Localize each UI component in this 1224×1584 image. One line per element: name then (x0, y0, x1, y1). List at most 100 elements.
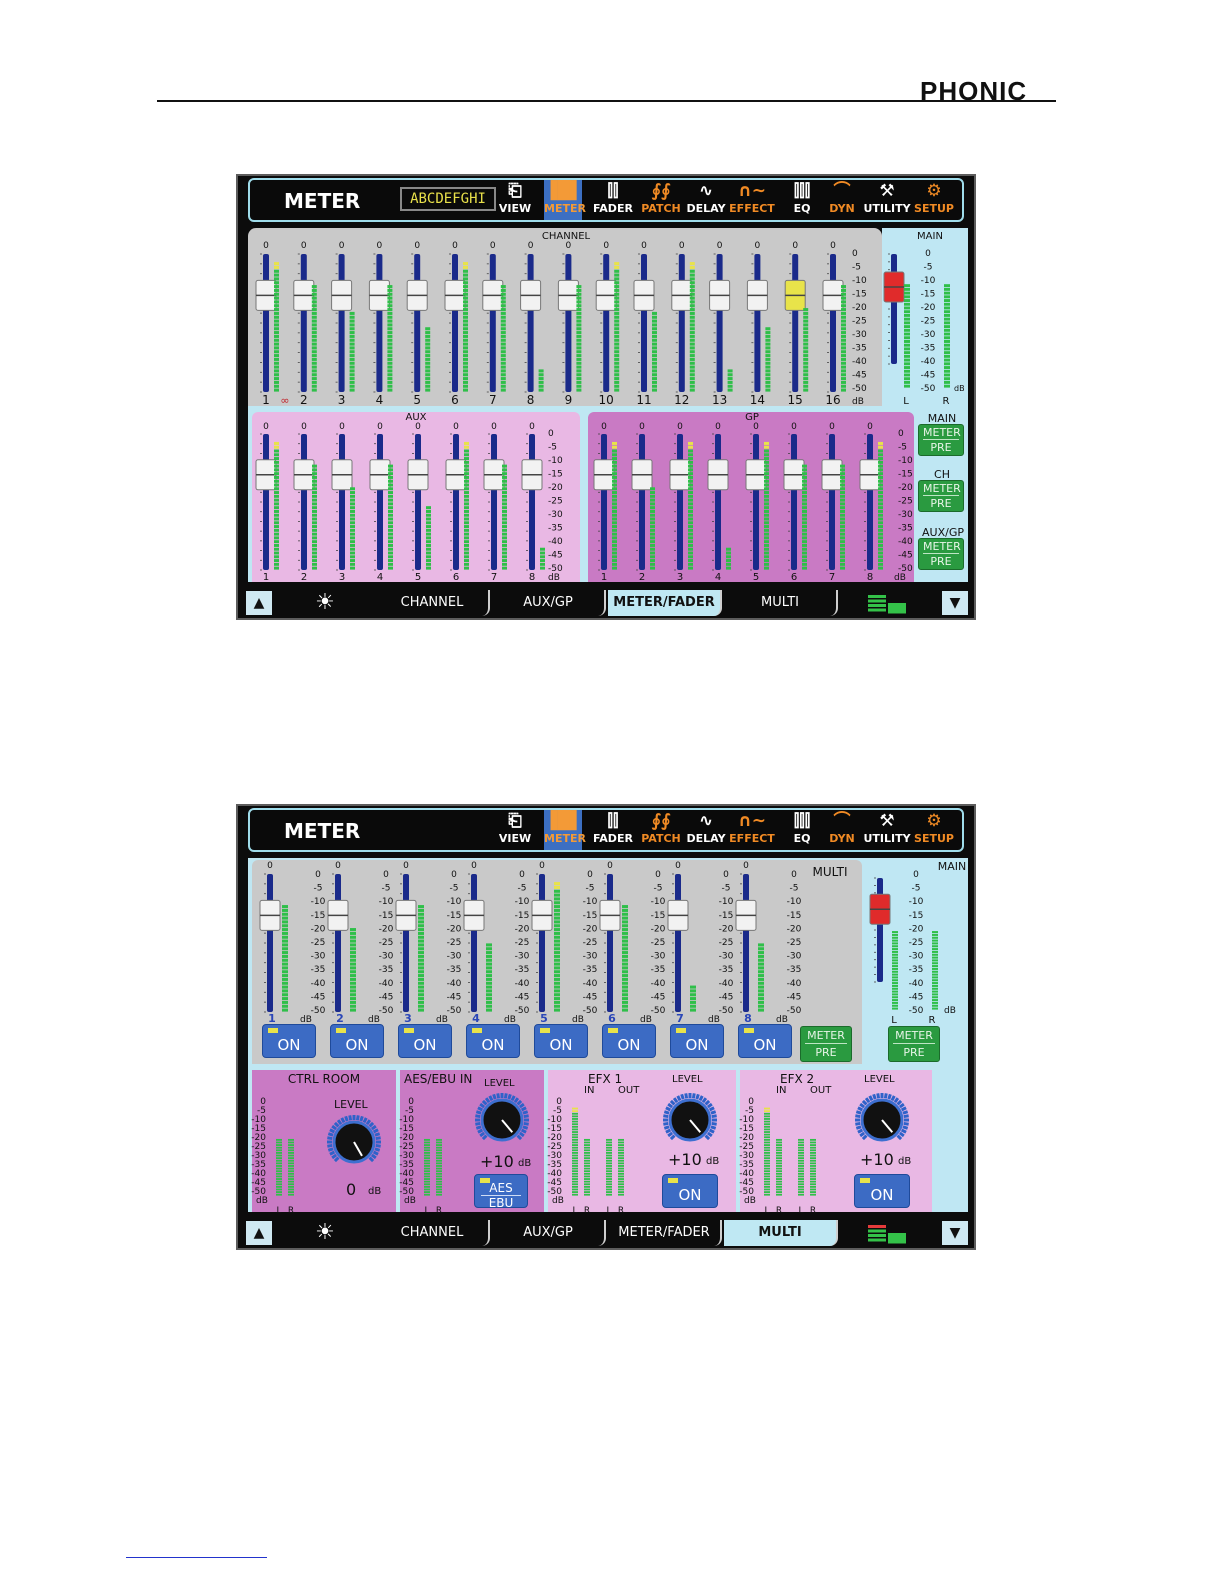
efx2-on-button[interactable]: ON (854, 1174, 910, 1208)
toolbar-effect-button[interactable]: ∩∼ EFFECT (726, 810, 778, 850)
fader-top-value: 0 (539, 861, 545, 871)
toolbar-delay-button[interactable]: ∿ DELAY (686, 810, 726, 850)
multi-5-scale-label: -25 (583, 938, 598, 948)
channel-15-meter-segment (803, 369, 809, 373)
channel-1-meter-segment (274, 269, 279, 273)
toolbar-utility-button[interactable]: ⚒ UTILITY (862, 180, 912, 220)
channel-name-display[interactable]: ABCDEFGHI (400, 187, 496, 211)
multi-2-on-button[interactable]: ON (330, 1024, 384, 1058)
aux-1-meter-segment (274, 460, 279, 464)
meter-pre-main-button[interactable]: METER PRE (918, 424, 964, 456)
toolbar-eq-button[interactable]: ⫿⫿⫿ EQ (784, 810, 820, 850)
multi-2-meter-segment (350, 947, 356, 951)
channel-2-meter-segment (311, 384, 317, 388)
channel-16-meter-segment (841, 342, 846, 346)
multi-4-on-button[interactable]: ON (466, 1024, 520, 1058)
efx2-meters-bar-1-segment (776, 1188, 782, 1191)
aux-scale-label: -30 (548, 510, 563, 520)
meter-view-icon[interactable] (864, 591, 910, 615)
efx1-meters-bar-3-segment (618, 1154, 624, 1157)
tab-multi[interactable]: MULTI (724, 590, 838, 616)
meter-view-icon[interactable] (864, 1221, 910, 1245)
aux-4-meter-segment (388, 498, 393, 502)
efx1-meters-bar-0-segment (572, 1149, 578, 1152)
channel-11-meter-segment (652, 323, 657, 327)
scroll-up-button[interactable]: ▲ (246, 591, 272, 615)
efx1-meters-bar-1-segment (584, 1185, 590, 1188)
toolbar-patch-button[interactable]: ∮∮ PATCH (638, 180, 684, 220)
channel-5-meter-segment (425, 342, 431, 346)
toolbar-dyn-button[interactable]: ⌒ DYN (820, 180, 864, 220)
main-meter-pre-button[interactable]: METER PRE (888, 1026, 940, 1062)
gp-7-meter-segment (840, 475, 845, 479)
scroll-down-button[interactable]: ▼ (942, 1221, 968, 1245)
channel-4-meter-segment (387, 315, 393, 319)
toolbar-view-button[interactable]: ⎗ VIEW (496, 810, 534, 850)
ctrl-room-meters-bar-1-segment (288, 1149, 294, 1152)
channel-1-meter-segment (274, 308, 279, 312)
multi-2-meter-segment (350, 985, 356, 989)
multi-5-meter-segment (554, 954, 560, 958)
brightness-icon[interactable]: ☀ (312, 590, 338, 616)
toolbar-patch-button[interactable]: ∮∮ PATCH (638, 810, 684, 850)
toolbar-setup-button[interactable]: ⚙ SETUP (910, 180, 958, 220)
gp-2-meter-segment (650, 491, 655, 495)
channel-9-fader-track (565, 254, 572, 392)
toolbar: METER ⎗ VIEW ▐█▌ METER ⫿⫿ FADER ∮∮ PATCH ∿ DELAY ∩… (248, 808, 964, 852)
efx1-level-knob-arc-tick (711, 1121, 717, 1126)
multi-3-on-button[interactable]: ON (398, 1024, 452, 1058)
toolbar-utility-button[interactable]: ⚒ UTILITY (862, 810, 912, 850)
toolbar-delay-button[interactable]: ∿ DELAY (686, 180, 726, 220)
toolbar-eq-button[interactable]: ⫿⫿⫿ EQ (784, 180, 820, 220)
tab-aux-gp[interactable]: AUX/GP (492, 590, 606, 616)
toolbar-effect-button[interactable]: ∩∼ EFFECT (726, 180, 778, 220)
multi-4-scale-label: -15 (515, 911, 530, 921)
gp-5-meter-segment (764, 445, 769, 449)
efx1-on-button[interactable]: ON (662, 1174, 718, 1208)
main-strip: MAIN0-5-10-15-20-25-30-35-40-45-50 dBL R (869, 860, 966, 1026)
multi-8-on-button[interactable]: ON (738, 1024, 792, 1058)
efx2-meters-bar-0-segment (764, 1136, 770, 1139)
multi-5-meter-segment (554, 958, 560, 962)
multi-meter-pre-button[interactable]: METER PRE (800, 1026, 852, 1062)
toolbar-setup-button[interactable]: ⚙ SETUP (910, 810, 958, 850)
gp-7-meter-segment (840, 509, 845, 513)
channel-4-meter-segment (387, 285, 393, 289)
toolbar-fader-button[interactable]: ⫿⫿ FADER (590, 180, 636, 220)
toolbar-view-button[interactable]: ⎗ VIEW (496, 180, 534, 220)
efx2-meters-bar-0-segment (764, 1157, 770, 1160)
toolbar-meter-button[interactable]: ▐█▌ METER (544, 810, 586, 850)
ctrl-room-meters-bar-1-segment (288, 1141, 294, 1144)
multi-5-scale-label: -10 (583, 897, 598, 907)
multi-2-meter-segment (350, 954, 356, 958)
scroll-down-button[interactable]: ▼ (942, 591, 968, 615)
aux-3-meter-segment (350, 494, 355, 498)
tab-channel[interactable]: CHANNEL (376, 590, 490, 616)
meter-pre-ch-button[interactable]: METER PRE (918, 480, 964, 512)
fader-top-value: 0 (267, 861, 273, 871)
tab-meter-fader[interactable]: METER/FADER (608, 590, 722, 616)
channel-16-meter-segment (841, 350, 846, 354)
multi-7-on-button[interactable]: ON (670, 1024, 724, 1058)
efx2-level-knob-arc-tick (868, 1095, 874, 1102)
multi-6-on-button[interactable]: ON (602, 1024, 656, 1058)
aux-7-meter-segment (502, 479, 507, 483)
meter-pre-aux-gp-button[interactable]: METER PRE (918, 538, 964, 570)
toolbar-dyn-button[interactable]: ⌒ DYN (820, 810, 864, 850)
multi-1-on-button[interactable]: ON (262, 1024, 316, 1058)
efx2-meters-bar-2-segment (798, 1193, 804, 1196)
channel-3-meter-segment (349, 380, 355, 384)
gp-1-meter-segment (612, 506, 617, 510)
main-scale-label: -15 (921, 290, 936, 300)
toolbar-fader-button[interactable]: ⫿⫿ FADER (590, 810, 636, 850)
aes-ebu-select-button[interactable]: AES EBU (474, 1174, 528, 1210)
aux-4-meter-segment (388, 559, 393, 563)
channel-15-meter-segment (803, 354, 809, 358)
aux-6-meter-segment (464, 453, 469, 457)
multi-5-on-button[interactable]: ON (534, 1024, 588, 1058)
aux-6-meter-segment (464, 566, 469, 570)
channel-6-meter-segment (463, 388, 468, 392)
toolbar-meter-button[interactable]: ▐█▌ METER (544, 180, 586, 220)
efx1-level-knob-arc-tick (706, 1102, 713, 1109)
aux-scale-label: -35 (548, 524, 563, 534)
